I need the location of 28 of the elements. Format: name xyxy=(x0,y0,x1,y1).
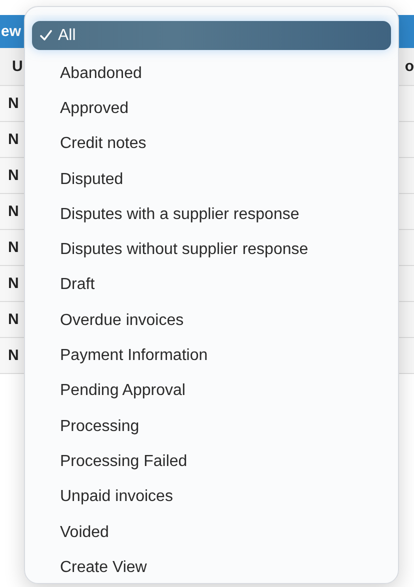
menu-item[interactable]: Create View xyxy=(32,550,391,586)
menu-item[interactable]: Unpaid invoices xyxy=(32,480,391,515)
toolbar-title: ew xyxy=(1,23,22,40)
menu-item[interactable]: Disputed xyxy=(32,162,391,198)
table-cell: N xyxy=(8,131,19,148)
table-cell: N xyxy=(8,275,19,292)
column-header: U xyxy=(12,58,23,75)
menu-item[interactable]: Voided xyxy=(32,514,391,550)
menu-item[interactable]: Processing xyxy=(32,408,391,444)
menu-item[interactable]: Disputes without supplier response xyxy=(32,232,391,268)
menu-item[interactable]: Overdue invoices xyxy=(32,303,391,338)
table-cell: N xyxy=(8,311,19,328)
menu-item[interactable]: Disputes with a supplier response xyxy=(32,197,391,232)
menu-item[interactable]: Processing Failed xyxy=(32,444,391,480)
table-cell: N xyxy=(8,347,19,364)
table-cell: N xyxy=(8,239,19,256)
table-cell: N xyxy=(8,167,19,184)
menu-item[interactable]: Abandoned xyxy=(32,56,391,92)
table-cell: N xyxy=(8,95,19,112)
column-header: o xyxy=(404,58,414,75)
menu-item[interactable]: Pending Approval xyxy=(32,374,391,409)
menu-item[interactable]: Payment Information xyxy=(32,338,391,374)
menu-item[interactable]: All xyxy=(32,21,391,50)
menu-item[interactable]: Approved xyxy=(32,91,391,127)
menu-item[interactable]: Credit notes xyxy=(32,126,391,162)
menu-item[interactable]: Draft xyxy=(32,268,391,304)
check-icon xyxy=(40,30,52,41)
table-cell: N xyxy=(8,203,19,220)
